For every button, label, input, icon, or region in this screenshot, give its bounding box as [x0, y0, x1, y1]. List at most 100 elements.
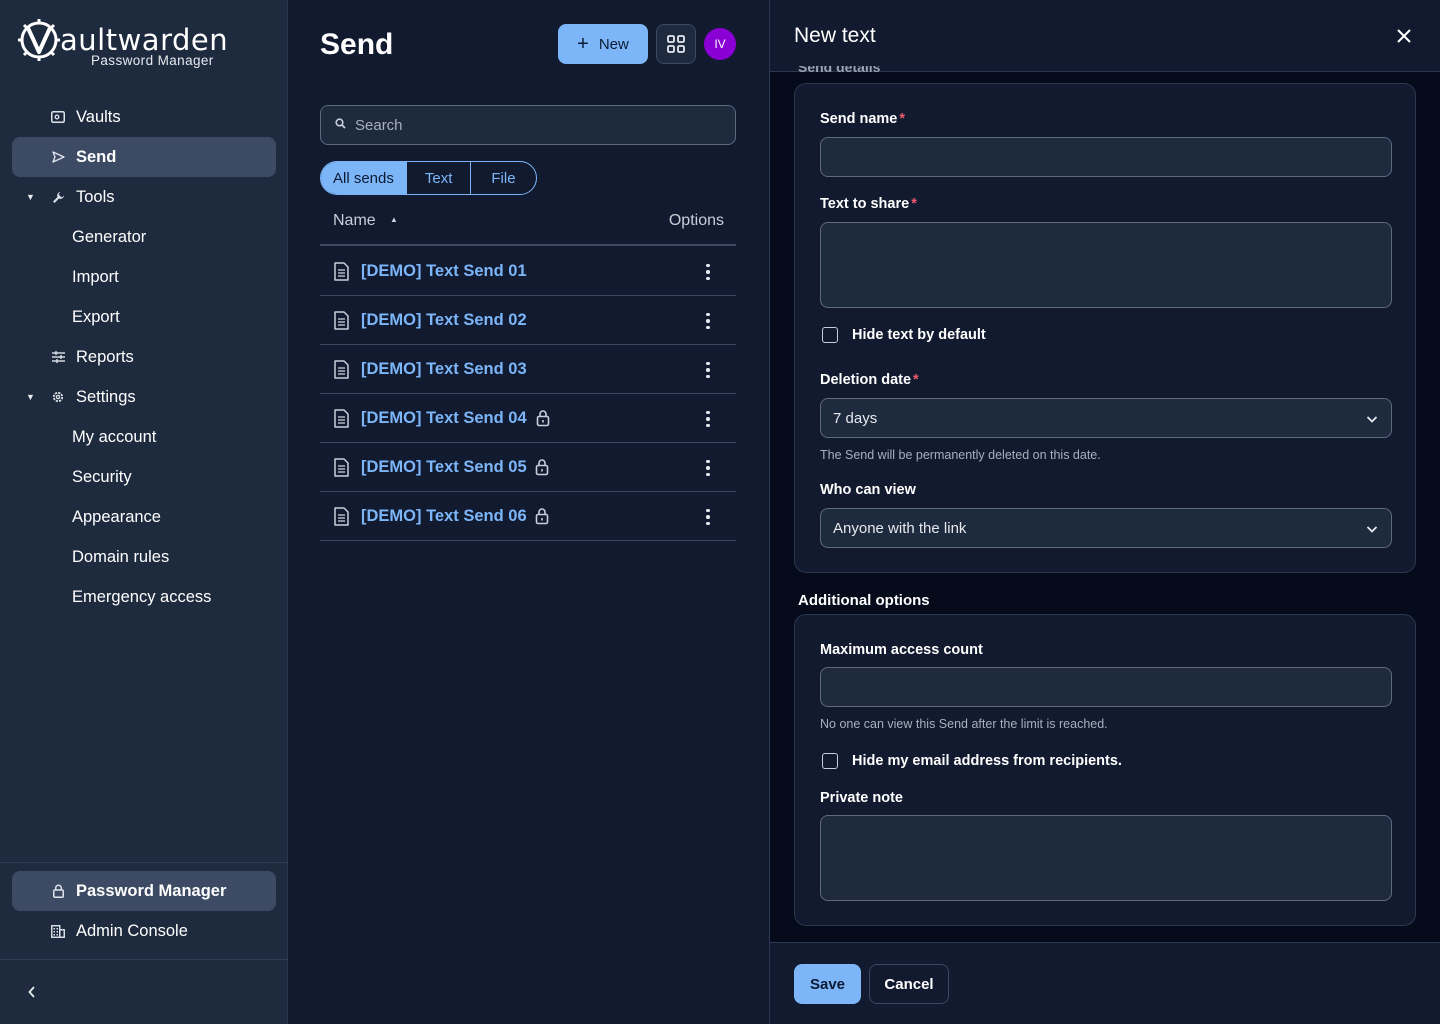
sidebar-item-appearance[interactable]: Appearance — [12, 497, 276, 537]
deletion-date-select[interactable]: 7 days — [820, 398, 1392, 438]
sidebar-item-settings[interactable]: ▼ Settings — [12, 377, 276, 417]
sidebar-item-send[interactable]: Send — [12, 137, 276, 177]
sidebar-item-emergency-access[interactable]: Emergency access — [12, 577, 276, 617]
page-title: Send — [320, 28, 394, 61]
hide-text-label[interactable]: Hide text by default — [852, 327, 986, 343]
text-to-share-label-text: Text to share — [820, 196, 910, 212]
text-document-icon — [334, 409, 349, 428]
drawer-header: New text — [770, 0, 1440, 72]
sliders-icon — [50, 349, 66, 365]
chevron-down-icon — [1366, 416, 1378, 423]
cancel-button[interactable]: Cancel — [869, 964, 949, 1004]
send-name-link[interactable]: [DEMO] Text Send 03 — [361, 360, 527, 379]
sidebar-item-vaults[interactable]: Vaults — [12, 97, 276, 137]
chevron-left-icon — [28, 986, 35, 998]
row-options-button[interactable] — [698, 359, 718, 381]
sidebar-divider — [0, 959, 288, 960]
sidebar-item-security[interactable]: Security — [12, 457, 276, 497]
new-send-label: New — [598, 35, 629, 53]
send-name-link[interactable]: [DEMO] Text Send 04 — [361, 409, 527, 428]
new-send-button[interactable]: + New — [558, 24, 648, 64]
send-name-link[interactable]: [DEMO] Text Send 02 — [361, 311, 527, 330]
row-options-button[interactable] — [698, 457, 718, 479]
table-row[interactable]: [DEMO] Text Send 03 — [320, 345, 736, 394]
private-note-label: Private note — [820, 790, 903, 806]
collapse-sidebar-button[interactable] — [20, 980, 44, 1004]
sidebar-item-import[interactable]: Import — [12, 257, 276, 297]
sidebar-item-generator[interactable]: Generator — [12, 217, 276, 257]
sidebar-item-domain-rules[interactable]: Domain rules — [12, 537, 276, 577]
max-access-count-input[interactable] — [820, 667, 1392, 707]
vaultwarden-logo[interactable]: aultwarden Password Manager — [18, 18, 248, 74]
sidebar-item-label: Reports — [76, 347, 134, 366]
send-name-link[interactable]: [DEMO] Text Send 01 — [361, 262, 527, 281]
search-input[interactable] — [355, 106, 725, 144]
sidebar-item-reports[interactable]: Reports — [12, 337, 276, 377]
table-row[interactable]: [DEMO] Text Send 02 — [320, 296, 736, 345]
lock-icon — [536, 410, 550, 427]
filter-all-sends[interactable]: All sends — [321, 162, 406, 194]
row-options-button[interactable] — [698, 506, 718, 528]
sort-ascending-icon[interactable]: ▲ — [390, 215, 398, 224]
chevron-down-icon — [1366, 526, 1378, 533]
save-button[interactable]: Save — [794, 964, 861, 1004]
send-name-label: Send name * — [820, 111, 905, 127]
sidebar-item-label: Send — [76, 147, 117, 166]
hide-email-checkbox[interactable] — [822, 753, 838, 769]
table-row[interactable]: [DEMO] Text Send 04 — [320, 394, 736, 443]
hide-email-label[interactable]: Hide my email address from recipients. — [852, 753, 1122, 769]
hide-email-row: Hide my email address from recipients. — [822, 753, 1122, 769]
sidebar-item-label: Emergency access — [72, 587, 212, 606]
send-name-label-text: Send name — [820, 111, 898, 127]
required-asterisk: * — [911, 196, 917, 212]
lock-icon — [50, 883, 66, 899]
search-icon — [335, 118, 346, 132]
app-switcher-button[interactable] — [656, 24, 696, 64]
filter-text[interactable]: Text — [405, 162, 471, 194]
deletion-date-value: 7 days — [833, 409, 878, 427]
who-can-view-value: Anyone with the link — [833, 519, 967, 537]
max-access-count-hint: No one can view this Send after the limi… — [820, 717, 1108, 731]
sidebar-item-export[interactable]: Export — [12, 297, 276, 337]
filter-file[interactable]: File — [470, 162, 535, 194]
who-can-view-label: Who can view — [820, 482, 916, 498]
sidebar-item-my-account[interactable]: My account — [12, 417, 276, 457]
table-row[interactable]: [DEMO] Text Send 01 — [320, 247, 736, 296]
column-header-name[interactable]: Name — [333, 212, 376, 230]
sidebar: aultwarden Password Manager Vaults Send … — [0, 0, 288, 1024]
row-options-button[interactable] — [698, 310, 718, 332]
new-text-drawer: New text Send details Send name * Text to… — [769, 0, 1440, 1024]
sidebar-divider — [0, 862, 288, 863]
caret-down-icon[interactable]: ▼ — [26, 392, 38, 402]
text-to-share-input[interactable] — [820, 222, 1392, 308]
sidebar-item-tools[interactable]: ▼ Tools — [12, 177, 276, 217]
send-name-link[interactable]: [DEMO] Text Send 06 — [361, 507, 527, 526]
who-can-view-select[interactable]: Anyone with the link — [820, 508, 1392, 548]
close-icon — [1397, 29, 1411, 43]
caret-down-icon[interactable]: ▼ — [26, 192, 38, 202]
sidebar-item-label: Admin Console — [76, 921, 188, 940]
product-switch-admin-console[interactable]: Admin Console — [12, 911, 276, 951]
deletion-date-label-text: Deletion date — [820, 372, 912, 388]
shield-v-logo-icon — [18, 19, 60, 61]
hide-text-checkbox[interactable] — [822, 327, 838, 343]
table-row[interactable]: [DEMO] Text Send 06 — [320, 492, 736, 541]
sidebar-item-label: Export — [72, 307, 120, 326]
product-switch-password-manager[interactable]: Password Manager — [12, 871, 276, 911]
private-note-input[interactable] — [820, 815, 1392, 901]
max-access-count-label: Maximum access count — [820, 642, 983, 658]
close-button[interactable] — [1392, 24, 1416, 48]
additional-options-card: Maximum access count No one can view thi… — [794, 614, 1416, 926]
send-icon — [50, 149, 66, 165]
sidebar-item-label: Appearance — [72, 507, 161, 526]
row-options-button[interactable] — [698, 261, 718, 283]
building-icon — [50, 923, 66, 939]
grid-icon — [667, 35, 685, 53]
send-name-link[interactable]: [DEMO] Text Send 05 — [361, 458, 527, 477]
table-row[interactable]: [DEMO] Text Send 05 — [320, 443, 736, 492]
send-name-input[interactable] — [820, 137, 1392, 177]
sidebar-item-label: Generator — [72, 227, 147, 246]
row-options-button[interactable] — [698, 408, 718, 430]
required-asterisk: * — [899, 111, 906, 127]
avatar[interactable]: IV — [704, 28, 736, 60]
